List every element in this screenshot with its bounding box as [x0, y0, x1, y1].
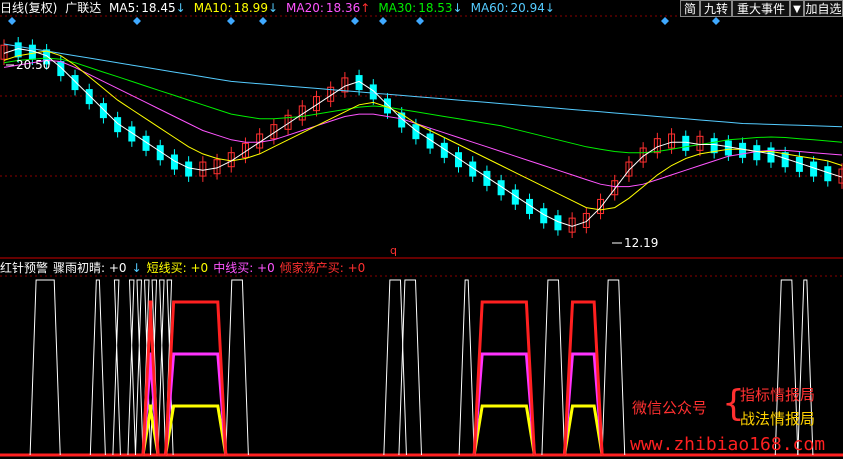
- stock-name: 广联达: [65, 1, 102, 15]
- event-diamond-icon: [351, 17, 359, 25]
- event-diamond-icon: [259, 17, 267, 25]
- ma-value: 18.45: [141, 1, 176, 15]
- ma-line-ma60: [3, 43, 843, 128]
- ma-label: MA10:: [193, 1, 232, 15]
- ma-arrow-icon: ↓: [175, 1, 186, 15]
- signal-pulse: [398, 279, 422, 456]
- ma-label: MA30:: [378, 1, 417, 15]
- signal-pulse: [134, 279, 144, 456]
- candle-body: [724, 140, 732, 156]
- low-price-label: 12.19: [624, 236, 658, 250]
- signal-pulse: [563, 404, 604, 456]
- simplified-button[interactable]: 简: [680, 0, 700, 17]
- add-watchlist-button[interactable]: 加自选: [804, 0, 843, 17]
- marker-label: q: [390, 244, 397, 257]
- ma-legend-item: MA60: 20.94↓: [471, 1, 559, 15]
- candle-body: [753, 145, 761, 161]
- main-chart-header: 日线(复权) 广联达 MA5: 18.45↓ MA10: 18.99↓ MA20: 18.…: [0, 0, 567, 16]
- stock-chart-window: 20.50 12.19 q 日线(复权) 广联达 MA5: 18.45↓ MA10: 18…: [0, 0, 843, 459]
- watermark-url: www.zhibiao168.com: [630, 434, 826, 455]
- signal-pulse: [225, 279, 249, 456]
- signal-pulse: [112, 279, 121, 456]
- indicator-legend-item: 中线买: +0: [213, 261, 275, 275]
- event-diamond-icon: [227, 17, 235, 25]
- candle-body: [85, 89, 93, 105]
- event-diamond-icon: [379, 17, 387, 25]
- candle-body: [57, 61, 65, 77]
- event-diamond-icon: [133, 17, 141, 25]
- candle-body: [71, 75, 79, 91]
- nine-turn-button[interactable]: 九转: [700, 0, 732, 17]
- ma-label: MA60:: [470, 1, 509, 15]
- ma-value: 20.94: [510, 1, 545, 15]
- indicator-legend-item: 骤雨初晴: +0: [53, 261, 127, 275]
- indicator-legend-item: ↓: [131, 261, 142, 275]
- ma-label: MA20:: [286, 1, 324, 15]
- candle-body: [99, 103, 107, 119]
- watermark-account: 微信公众号: [632, 399, 708, 417]
- events-dropdown-icon[interactable]: ▼: [790, 0, 804, 17]
- candle-body: [369, 84, 377, 100]
- events-button[interactable]: 重大事件: [732, 0, 790, 17]
- ma-arrow-icon: ↓: [452, 1, 463, 15]
- ma-legend-item: MA10: 18.99↓: [194, 1, 282, 15]
- indicator-legend-item: 红针预警: [0, 261, 49, 275]
- event-diamond-icon: [416, 17, 424, 25]
- signal-pulse: [127, 279, 136, 456]
- candle-body: [682, 135, 690, 151]
- candle-body: [185, 161, 193, 177]
- ma-legend-item: MA30: 18.53↓: [378, 1, 466, 15]
- period-label[interactable]: 日线(复权): [0, 1, 57, 15]
- indicator-legend-item: 倾家荡产买: +0: [279, 261, 366, 275]
- ma-value: 18.99: [233, 1, 268, 15]
- signal-pulse: [164, 404, 228, 456]
- signal-pulse: [458, 279, 475, 456]
- watermark-line2: 战法情报局: [740, 410, 816, 428]
- signal-pulse: [541, 279, 566, 456]
- ma-value: 18.53: [418, 1, 453, 15]
- indicator-legend-item: 短线买: +0: [146, 261, 209, 275]
- event-diamond-icon: [661, 17, 669, 25]
- ma-legend-item: MA5: 18.45↓: [109, 1, 190, 15]
- ma-legend-item: MA20: 18.36↑: [286, 1, 374, 15]
- event-diamond-icon: [712, 17, 720, 25]
- chart-canvas[interactable]: 20.50 12.19 q: [0, 0, 843, 459]
- signal-pulse: [383, 279, 407, 456]
- signal-pulse: [157, 279, 167, 456]
- ma-label: MA5:: [109, 1, 140, 15]
- signal-pulse: [89, 279, 106, 456]
- event-diamond-icon: [8, 17, 16, 25]
- candle-body: [710, 138, 718, 154]
- signal-pulse: [164, 300, 228, 456]
- indicator-header: 红针预警 骤雨初晴: +0 ↓ 短线买: +0 中线买: +0 倾家荡产买: +0: [0, 260, 370, 276]
- ma-line-ma20: [3, 59, 843, 188]
- ma-arrow-icon: ↓: [267, 1, 279, 15]
- signal-pulse: [472, 404, 536, 456]
- ma-value: 18.36: [325, 1, 361, 15]
- signal-pulse: [601, 279, 626, 456]
- signal-pulse: [472, 300, 536, 456]
- high-price-label: 20.50: [16, 58, 50, 72]
- ma-arrow-icon: ↓: [544, 1, 555, 15]
- candle-body: [739, 142, 747, 158]
- ma-legend: MA5: 18.45↓ MA10: 18.99↓ MA20: 18.36↑ MA30: 18.…: [109, 1, 563, 15]
- signal-pulse: [29, 279, 61, 456]
- ma-arrow-icon: ↑: [360, 1, 371, 15]
- watermark-line1: 指标情报局: [740, 386, 816, 404]
